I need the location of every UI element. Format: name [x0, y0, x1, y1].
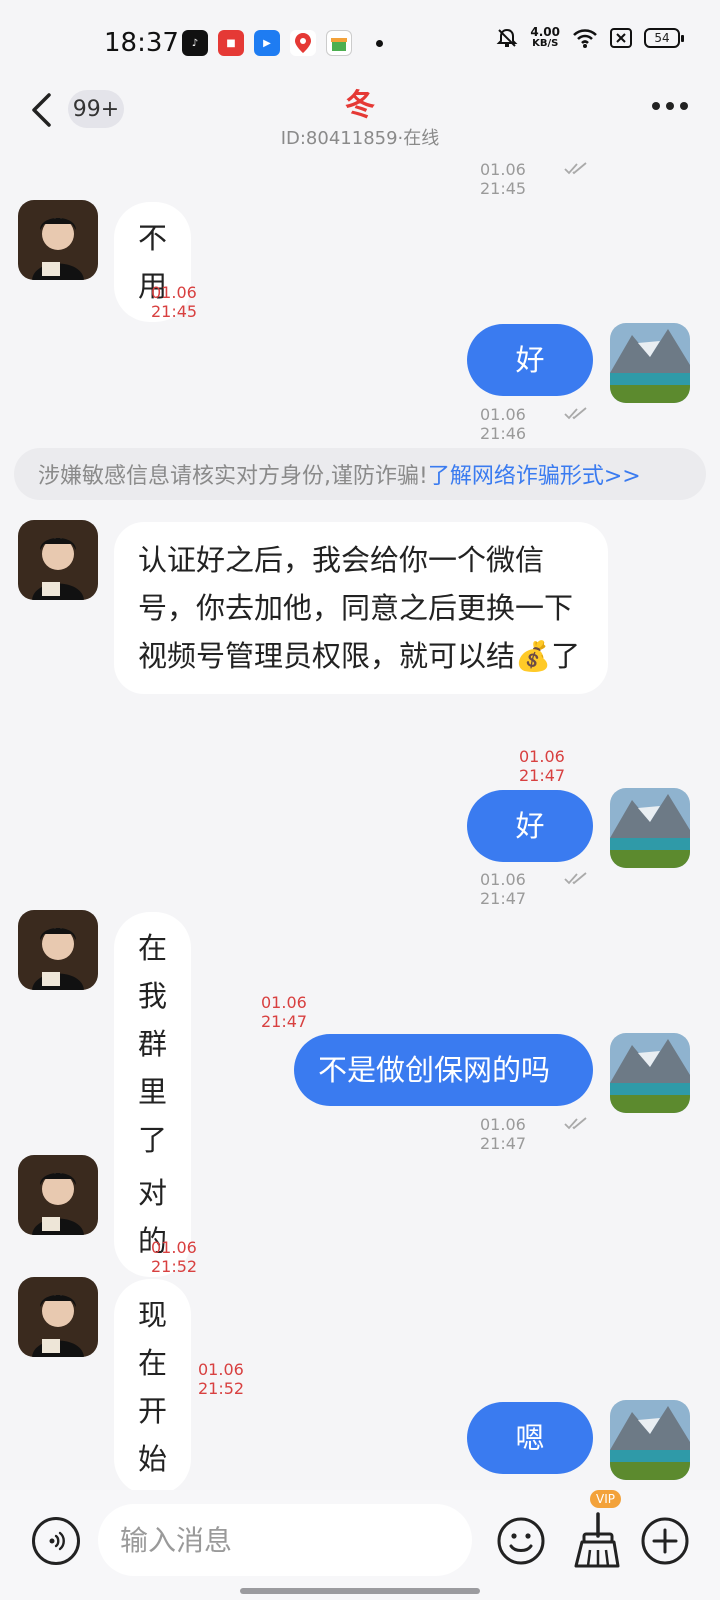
contact-id-status: ID:80411859·在线: [280, 128, 440, 149]
emoji-icon[interactable]: [496, 1516, 546, 1566]
message-bubble[interactable]: 嗯: [467, 1402, 593, 1474]
chat-header: 99+ 冬 ID:80411859·在线: [0, 80, 720, 160]
message-time: 01.06 21:47: [480, 870, 527, 908]
input-bar: VIP: [0, 1490, 720, 1600]
contact-name: 冬: [345, 88, 375, 123]
message-time: 01.06 21:47: [480, 1115, 527, 1153]
contact-avatar[interactable]: [18, 1277, 98, 1357]
message-time: 01.06 21:52: [151, 1238, 198, 1276]
message-time: 01.06 21:47: [519, 747, 566, 785]
message-time: 01.06 21:46: [480, 405, 527, 443]
message-time: 01.06 21:45: [151, 283, 198, 321]
message-bubble[interactable]: 认证好之后，我会给你一个微信号，你去加他，同意之后更换一下视频号管理员权限，就可…: [114, 522, 608, 694]
warning-text: 涉嫌敏感信息请核实对方身份,谨防诈骗!: [38, 464, 428, 489]
message-input[interactable]: [98, 1504, 472, 1576]
no-sim-icon: [610, 28, 632, 48]
more-options-button[interactable]: [652, 102, 688, 110]
more-notifications-dot: [376, 39, 383, 47]
double-check-icon: [564, 872, 587, 885]
message-bubble[interactable]: 好: [467, 790, 593, 862]
my-avatar[interactable]: [610, 788, 690, 868]
battery-icon: 54: [644, 28, 684, 48]
wifi-icon: [573, 29, 597, 48]
double-check-icon: [564, 407, 587, 420]
dot-icon: [680, 102, 688, 110]
mute-bell-icon: [496, 28, 518, 47]
my-avatar[interactable]: [610, 323, 690, 403]
contact-avatar[interactable]: [18, 1155, 98, 1235]
vip-badge: VIP: [590, 1490, 621, 1508]
contact-avatar[interactable]: [18, 910, 98, 990]
contact-avatar[interactable]: [18, 200, 98, 280]
broom-icon[interactable]: [568, 1510, 624, 1570]
message-bubble[interactable]: 现在开始: [114, 1279, 192, 1490]
map-pin-icon: [290, 30, 316, 56]
voice-icon: [49, 1531, 65, 1551]
network-speed: 4.00 KB/S: [530, 25, 560, 49]
message-time: 01.06 21:52: [198, 1360, 245, 1398]
message-bubble[interactable]: 好: [467, 324, 593, 396]
contact-avatar[interactable]: [18, 520, 98, 600]
message-time: 01.06 21:45: [480, 160, 527, 198]
message-time: 01.06 21:47: [261, 993, 308, 1031]
double-check-icon: [564, 1117, 587, 1130]
tiktok-icon: ♪: [182, 30, 208, 56]
dot-icon: [666, 102, 674, 110]
home-indicator[interactable]: [240, 1588, 480, 1594]
my-avatar[interactable]: [610, 1400, 690, 1480]
app-blue-icon: ▶: [254, 30, 280, 56]
message-bubble[interactable]: 不是做创保网的吗: [294, 1034, 593, 1106]
plus-icon[interactable]: [640, 1516, 690, 1566]
toutiao-icon: ■: [218, 30, 244, 56]
notification-icons: ♪ ■ ▶: [182, 30, 383, 56]
voice-button[interactable]: [32, 1517, 80, 1565]
fraud-info-link[interactable]: 了解网络诈骗形式>>: [428, 458, 641, 490]
fraud-warning-banner: 涉嫌敏感信息请核实对方身份,谨防诈骗! 了解网络诈骗形式>>: [14, 448, 706, 500]
app-gift-icon: [326, 30, 352, 56]
message-list[interactable]: 01.06 21:45 不用 01.06 21:45 好 01.06 21:46…: [0, 150, 720, 1490]
status-time: 18:37: [104, 28, 179, 58]
double-check-icon: [564, 162, 587, 175]
status-bar: 18:37 ♪ ■ ▶ 4.00 KB/S 54: [0, 0, 720, 80]
dot-icon: [652, 102, 660, 110]
my-avatar[interactable]: [610, 1033, 690, 1113]
